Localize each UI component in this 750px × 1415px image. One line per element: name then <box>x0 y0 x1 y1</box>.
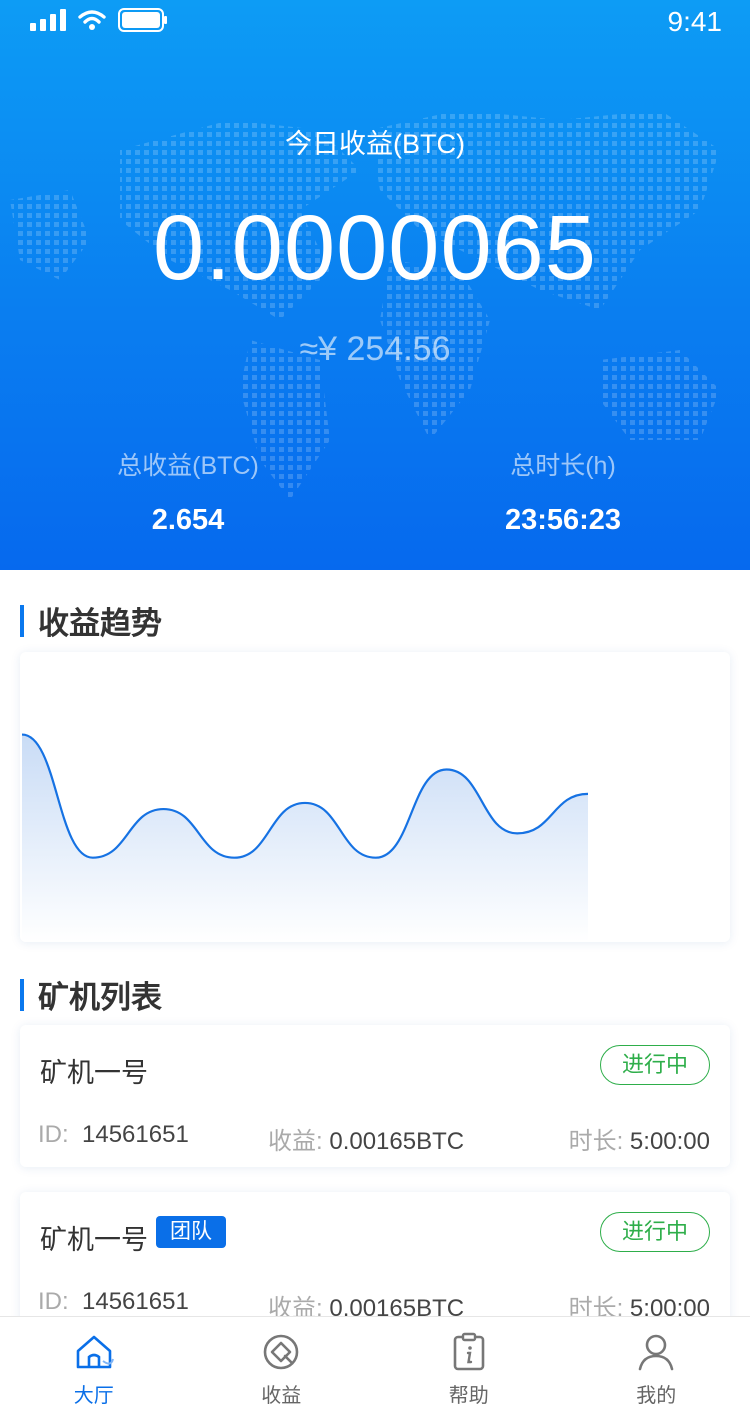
help-icon <box>453 1332 485 1371</box>
income-trend-chart <box>20 652 730 942</box>
user-icon <box>638 1334 674 1371</box>
trend-chart-svg <box>21 733 589 942</box>
miner-name: 矿机一号 <box>40 1225 148 1255</box>
signal-icon <box>30 9 66 31</box>
today-income-value: 0.0000065 <box>153 197 597 299</box>
id-value: 14561651 <box>82 1288 189 1315</box>
total-income-label: 总收益(BTC) <box>117 452 259 480</box>
miner-list-title: 矿机列表 <box>38 980 162 1015</box>
earnings-header: 9:41 今日收益(BTC) 0.0000065 ≈¥ 254.56 总收益(B… <box>0 0 750 570</box>
clock: 9:41 <box>667 6 723 37</box>
total-duration-label: 总时长(h) <box>510 452 616 480</box>
bottom-tab-bar: 大厅 收益 帮助 我的 <box>0 1316 750 1415</box>
miner-section-title: 矿机列表 <box>20 972 162 1017</box>
miner-card[interactable]: 矿机一号 进行中 ID: 14561651 收益: 0.00165BTC 时长:… <box>20 1025 730 1167</box>
tab-label: 大厅 <box>73 1385 114 1407</box>
duration-label: 时长: <box>568 1128 624 1155</box>
trend-title: 收益趋势 <box>38 606 162 641</box>
today-income-label: 今日收益(BTC) <box>285 129 465 159</box>
miner-name: 矿机一号 <box>40 1058 148 1088</box>
miner-duration: 时长: 5:00:00 <box>569 1121 710 1156</box>
total-income-value: 2.654 <box>151 504 225 536</box>
home-icon <box>76 1335 114 1369</box>
tab-label: 帮助 <box>448 1385 489 1407</box>
wifi-icon <box>78 9 106 31</box>
miner-id: ID: 14561651 <box>38 1288 189 1316</box>
status-bar: 9:41 <box>0 0 750 44</box>
miner-card[interactable]: 矿机一号 团队 进行中 ID: 14561651 收益: 0.00165BTC … <box>20 1192 730 1316</box>
income-icon <box>263 1334 299 1370</box>
title-accent-bar <box>20 978 24 1011</box>
total-duration-stat: 总时长(h) 23:56:23 <box>413 446 713 537</box>
miner-income: 收益: 0.00165BTC <box>268 1121 464 1156</box>
tab-label: 收益 <box>261 1385 302 1407</box>
team-badge: 团队 <box>156 1216 226 1248</box>
tab-label: 我的 <box>636 1385 677 1407</box>
trend-area-fill <box>22 734 588 942</box>
battery-icon <box>118 8 168 32</box>
trend-section-title: 收益趋势 <box>20 598 162 643</box>
income-label: 收益: <box>268 1295 323 1316</box>
status-badge: 进行中 <box>600 1045 710 1085</box>
tab-help[interactable]: 帮助 <box>375 1317 563 1415</box>
duration-value: 5:00:00 <box>629 1295 710 1316</box>
tab-hall[interactable]: 大厅 <box>0 1317 188 1415</box>
main-content[interactable]: 收益趋势 矿机列表 矿机一号 进行中 ID: 14561651 收益: 0.00… <box>0 570 750 1316</box>
cny-equivalent: ≈¥ 254.56 <box>299 330 451 368</box>
total-duration-value: 23:56:23 <box>504 504 622 536</box>
tab-income[interactable]: 收益 <box>188 1317 376 1415</box>
id-label: ID: <box>38 1288 69 1315</box>
id-label: ID: <box>38 1121 69 1148</box>
income-value: 0.00165BTC <box>329 1128 465 1155</box>
tab-mine[interactable]: 我的 <box>563 1317 750 1415</box>
duration-label: 时长: <box>568 1295 624 1316</box>
title-accent-bar <box>20 604 24 637</box>
duration-value: 5:00:00 <box>629 1128 710 1155</box>
miner-duration: 时长: 5:00:00 <box>569 1288 710 1316</box>
miner-income: 收益: 0.00165BTC <box>268 1288 464 1316</box>
status-badge: 进行中 <box>600 1212 710 1252</box>
total-income-stat: 总收益(BTC) 2.654 <box>38 446 338 537</box>
income-value: 0.00165BTC <box>329 1295 465 1316</box>
income-label: 收益: <box>268 1128 323 1155</box>
miner-id: ID: 14561651 <box>38 1121 189 1149</box>
id-value: 14561651 <box>82 1121 189 1148</box>
